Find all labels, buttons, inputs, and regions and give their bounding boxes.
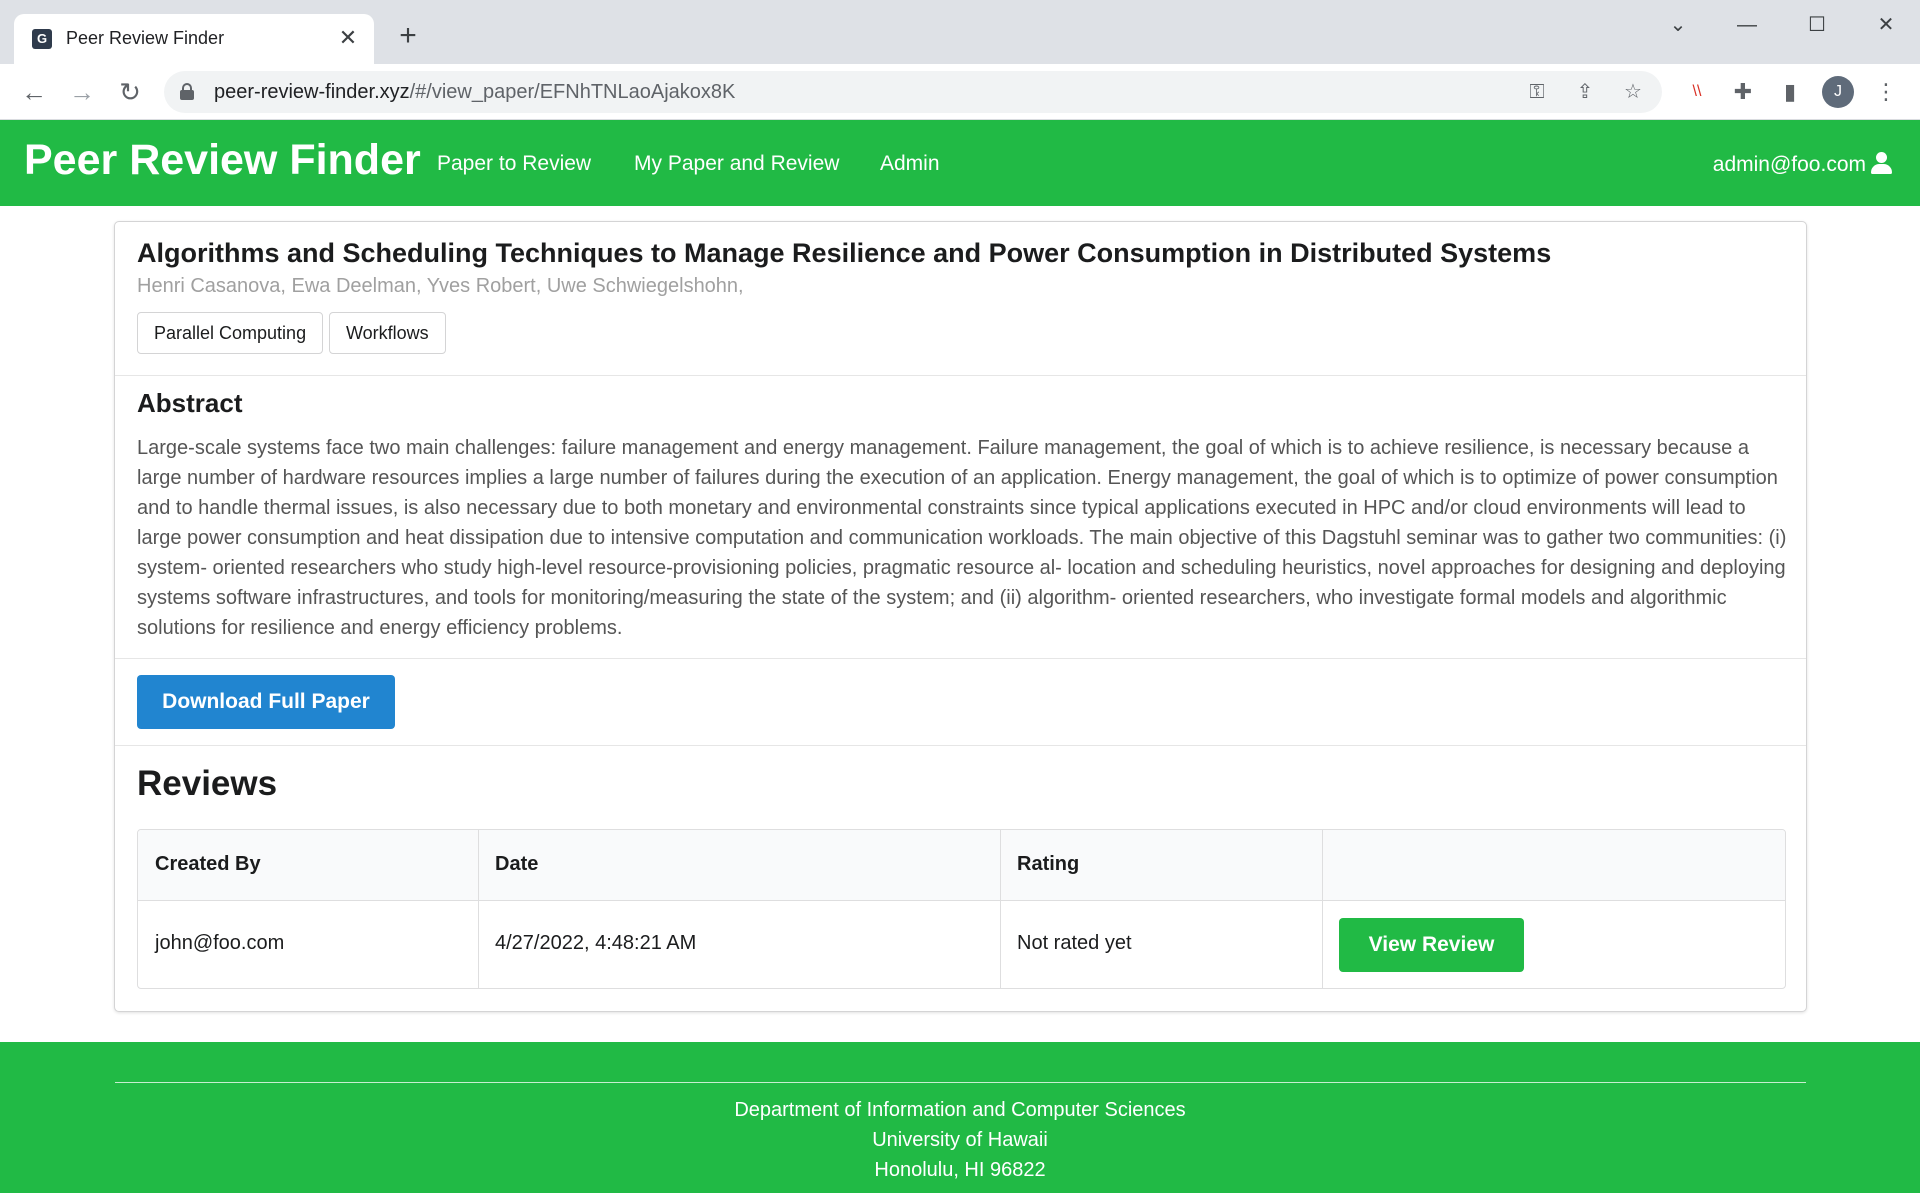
site-footer: Department of Information and Computer S… — [0, 1042, 1920, 1193]
forward-icon[interactable]: → — [64, 74, 100, 110]
profile-avatar[interactable]: J — [1822, 76, 1854, 108]
abstract-text: Large-scale systems face two main challe… — [137, 437, 1787, 639]
tab-close-icon[interactable]: ✕ — [336, 26, 360, 50]
paper-authors: Henri Casanova, Ewa Deelman, Yves Robert… — [137, 275, 744, 297]
footer-department: Department of Information and Computer S… — [734, 1099, 1186, 1121]
user-icon — [1870, 152, 1892, 174]
tab-title: Peer Review Finder — [66, 28, 225, 48]
paper-title: Algorithms and Scheduling Techniques to … — [137, 238, 1552, 268]
view-review-button[interactable]: View Review — [1339, 918, 1524, 972]
browser-toolbar: ← → ↻ peer-review-finder.xyz/#/view_pape… — [0, 64, 1920, 120]
reviews-table: Created By Date Rating john@foo.com 4/27… — [137, 829, 1786, 989]
browser-menu-icon[interactable]: ⋮ — [1871, 77, 1901, 107]
user-email: admin@foo.com — [1712, 153, 1866, 176]
url-text[interactable]: peer-review-finder.xyz/#/view_paper/EFNh… — [214, 81, 735, 104]
download-full-paper-button[interactable]: Download Full Paper — [137, 675, 395, 729]
nav-my-paper-and-review[interactable]: My Paper and Review — [634, 152, 839, 176]
nav-paper-to-review[interactable]: Paper to Review — [437, 152, 591, 176]
side-panel-icon[interactable]: ▮ — [1775, 77, 1805, 107]
tag-parallel-computing: Parallel Computing — [137, 312, 324, 354]
divider — [115, 745, 1806, 746]
column-divider — [1000, 830, 1001, 988]
url-host: peer-review-finder.xyz — [214, 81, 410, 103]
share-icon[interactable]: ⇪ — [1572, 79, 1598, 105]
footer-address: Honolulu, HI 96822 — [874, 1159, 1046, 1181]
table-header-row — [138, 830, 1785, 901]
column-header-created-by: Created By — [155, 853, 261, 875]
nav-admin[interactable]: Admin — [880, 152, 940, 176]
footer-university: University of Hawaii — [872, 1129, 1048, 1151]
minimize-button[interactable]: — — [1727, 10, 1767, 40]
column-divider — [1322, 830, 1323, 988]
browser-tab-active[interactable]: G Peer Review Finder ✕ — [14, 14, 374, 64]
reload-icon[interactable]: ↻ — [112, 74, 148, 110]
column-header-rating: Rating — [1017, 853, 1080, 875]
back-icon[interactable]: ← — [16, 74, 52, 110]
window-close-button[interactable]: ✕ — [1866, 10, 1906, 40]
tab-search-chevron-icon[interactable]: ⌄ — [1658, 10, 1698, 40]
cell-date: 4/27/2022, 4:48:21 AM — [495, 932, 697, 954]
column-header-date: Date — [495, 853, 539, 875]
extension-icon[interactable]: \\ — [1682, 77, 1712, 107]
lock-icon[interactable] — [180, 83, 194, 100]
url-path: /#/view_paper/EFNhTNLaoAjakox8K — [409, 81, 736, 103]
tag-workflows: Workflows — [329, 312, 446, 354]
browser-tabstrip: G Peer Review Finder ✕ + ⌄ — ☐ ✕ — [0, 0, 1920, 64]
key-icon[interactable]: ⚿ — [1524, 79, 1550, 105]
abstract-heading: Abstract — [137, 388, 243, 418]
cell-created-by: john@foo.com — [155, 932, 285, 954]
reviews-heading: Reviews — [137, 764, 278, 803]
column-divider — [478, 830, 479, 988]
user-menu[interactable]: admin@foo.com — [1713, 152, 1892, 177]
brand-logo-text[interactable]: Peer Review Finder — [24, 136, 421, 185]
footer-divider — [115, 1082, 1806, 1083]
divider — [115, 375, 1806, 376]
maximize-button[interactable]: ☐ — [1797, 10, 1837, 40]
app-navbar: Peer Review Finder Paper to Review My Pa… — [0, 120, 1920, 206]
favicon-icon: G — [32, 29, 52, 49]
address-bar[interactable]: peer-review-finder.xyz/#/view_paper/EFNh… — [164, 71, 1662, 113]
puzzle-icon[interactable]: ✚ — [1728, 77, 1758, 107]
cell-rating: Not rated yet — [1017, 932, 1132, 954]
paper-card: Algorithms and Scheduling Techniques to … — [114, 221, 1807, 1012]
divider — [115, 658, 1806, 659]
new-tab-button[interactable]: + — [392, 20, 424, 52]
bookmark-star-icon[interactable]: ☆ — [1620, 79, 1646, 105]
